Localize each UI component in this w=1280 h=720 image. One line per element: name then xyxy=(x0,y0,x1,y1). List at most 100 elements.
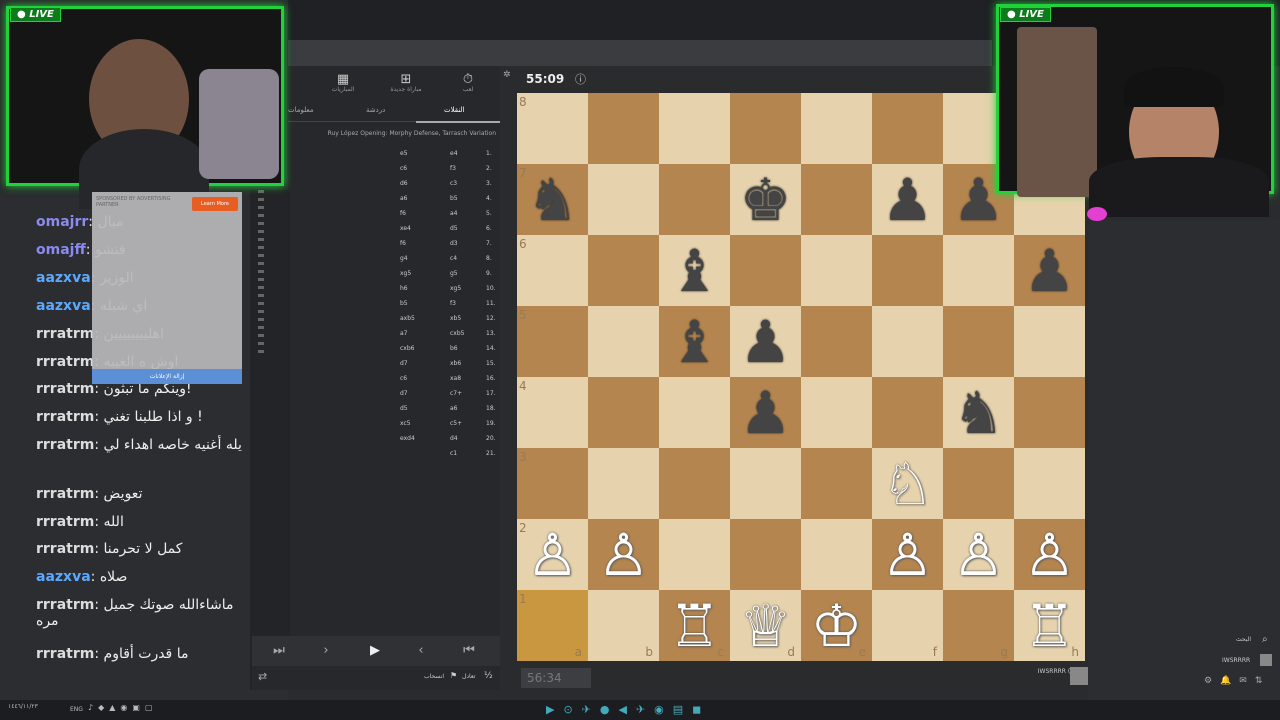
chat-username[interactable]: rrratrm xyxy=(36,597,94,613)
square-g4[interactable]: ♞ xyxy=(943,377,1014,448)
square-h4[interactable] xyxy=(1014,377,1085,448)
square-f7[interactable]: ♟ xyxy=(872,164,943,235)
chat-username[interactable]: aazxva xyxy=(36,270,91,286)
black-move[interactable]: c6 xyxy=(400,165,407,172)
square-e5[interactable] xyxy=(801,306,872,377)
white-move[interactable]: g5 xyxy=(450,270,458,277)
square-g3[interactable] xyxy=(943,448,1014,519)
play-button[interactable]: ▶ xyxy=(365,643,385,658)
chat-username[interactable]: omajrr xyxy=(36,214,88,230)
white-move[interactable]: c4 xyxy=(450,255,457,262)
square-g5[interactable] xyxy=(943,306,1014,377)
move-row[interactable]: 15. xb6 d7 xyxy=(290,356,496,371)
square-f4[interactable] xyxy=(872,377,943,448)
square-d7[interactable]: ♚ xyxy=(730,164,801,235)
plus-icon[interactable]: ⊞ xyxy=(386,72,426,87)
black-move[interactable]: f6 xyxy=(400,240,406,247)
white-move[interactable]: xg5 xyxy=(450,285,461,292)
tab-chat[interactable]: دردشة xyxy=(366,106,385,114)
first-move-button[interactable]: ⏮ xyxy=(459,643,479,658)
square-a2[interactable]: 2 ♙ xyxy=(517,519,588,590)
white-move[interactable]: a6 xyxy=(450,405,458,412)
square-h1[interactable]: h ♖ xyxy=(1014,590,1085,661)
search-icon[interactable]: ⌕ xyxy=(1262,634,1268,645)
square-a6[interactable]: 6 xyxy=(517,235,588,306)
black-move[interactable]: h6 xyxy=(400,285,408,292)
white-pawn-piece[interactable]: ♙ xyxy=(1014,519,1085,590)
square-e2[interactable] xyxy=(801,519,872,590)
white-move[interactable]: b5 xyxy=(450,195,458,202)
black-pawn-piece[interactable]: ♟ xyxy=(730,306,801,377)
white-move[interactable]: xa8 xyxy=(450,375,461,382)
chat-username[interactable]: omajff xyxy=(36,242,86,258)
square-g1[interactable]: g xyxy=(943,590,1014,661)
square-e4[interactable] xyxy=(801,377,872,448)
square-b7[interactable] xyxy=(588,164,659,235)
white-queen-piece[interactable]: ♕ xyxy=(730,590,801,661)
square-f2[interactable]: ♙ xyxy=(872,519,943,590)
black-move[interactable]: f6 xyxy=(400,210,406,217)
white-move[interactable]: b6 xyxy=(450,345,458,352)
chat-username[interactable]: rrratrm xyxy=(36,514,94,530)
black-pawn-piece[interactable]: ♟ xyxy=(730,377,801,448)
square-b6[interactable] xyxy=(588,235,659,306)
chat-username[interactable]: aazxva xyxy=(36,569,91,585)
white-move[interactable]: c7+ xyxy=(450,390,462,397)
chat-username[interactable]: rrratrm xyxy=(36,437,94,453)
resign-button[interactable]: انسحاب xyxy=(424,673,444,680)
square-e8[interactable] xyxy=(801,93,872,164)
taskbar-apps[interactable]: ▶⊙✈●◀✈◉▤◼ xyxy=(546,703,710,716)
timer-icon[interactable]: ⏱ xyxy=(448,72,488,87)
square-e6[interactable] xyxy=(801,235,872,306)
white-pawn-piece[interactable]: ♙ xyxy=(943,519,1014,590)
square-d1[interactable]: d ♕ xyxy=(730,590,801,661)
square-c6[interactable]: ♝ xyxy=(659,235,730,306)
square-b8[interactable] xyxy=(588,93,659,164)
white-king-piece[interactable]: ♔ xyxy=(801,590,872,661)
chat-username[interactable]: aazxva xyxy=(36,298,91,314)
move-row[interactable]: 21. c1 xyxy=(290,446,496,461)
white-move[interactable]: f3 xyxy=(450,300,456,307)
remove-ads-button[interactable]: إزالة الإعلانات xyxy=(92,369,242,384)
flag-icon[interactable]: ⚑ xyxy=(450,671,457,680)
square-c8[interactable] xyxy=(659,93,730,164)
chat-username[interactable]: rrratrm xyxy=(36,354,94,370)
square-d5[interactable]: ♟ xyxy=(730,306,801,377)
chat-username[interactable]: rrratrm xyxy=(36,486,94,502)
white-move[interactable]: a4 xyxy=(450,210,458,217)
move-row[interactable]: 18. a6 d5 xyxy=(290,401,496,416)
black-knight-piece[interactable]: ♞ xyxy=(517,164,588,235)
move-row[interactable]: 20. d4 exd4 xyxy=(290,431,496,446)
square-f1[interactable]: f xyxy=(872,590,943,661)
square-f6[interactable] xyxy=(872,235,943,306)
black-move[interactable]: g4 xyxy=(400,255,408,262)
square-c7[interactable] xyxy=(659,164,730,235)
move-row[interactable]: 1. e4 e5 xyxy=(290,146,496,161)
tab-info[interactable]: معلومات xyxy=(288,106,314,114)
black-move[interactable]: a6 xyxy=(400,195,408,202)
tab-moves[interactable]: النقلات xyxy=(444,106,465,114)
white-move[interactable]: xb5 xyxy=(450,315,461,322)
side-tool-icons[interactable]: ⚙🔔✉⇅ xyxy=(1204,676,1270,686)
black-move[interactable]: d6 xyxy=(400,180,408,187)
lang[interactable]: ENG xyxy=(70,706,83,713)
white-move[interactable]: e4 xyxy=(450,150,458,157)
white-move[interactable]: cxb5 xyxy=(450,330,464,337)
move-row[interactable]: 19. c5+ xc5 xyxy=(290,416,496,431)
square-a3[interactable]: 3 xyxy=(517,448,588,519)
white-move[interactable]: c1 xyxy=(450,450,457,457)
square-e7[interactable] xyxy=(801,164,872,235)
black-move[interactable]: xe4 xyxy=(400,225,411,232)
black-bishop-piece[interactable]: ♝ xyxy=(659,306,730,377)
move-row[interactable]: 13. cxb5 a7 xyxy=(290,326,496,341)
square-f8[interactable] xyxy=(872,93,943,164)
square-b4[interactable] xyxy=(588,377,659,448)
white-knight-piece[interactable]: ♘ xyxy=(872,448,943,519)
white-move[interactable]: c5+ xyxy=(450,420,462,427)
black-move[interactable]: cxb6 xyxy=(400,345,414,352)
square-b3[interactable] xyxy=(588,448,659,519)
square-e1[interactable]: e ♔ xyxy=(801,590,872,661)
next-move-button[interactable]: › xyxy=(316,643,336,658)
square-h3[interactable] xyxy=(1014,448,1085,519)
square-b5[interactable] xyxy=(588,306,659,377)
